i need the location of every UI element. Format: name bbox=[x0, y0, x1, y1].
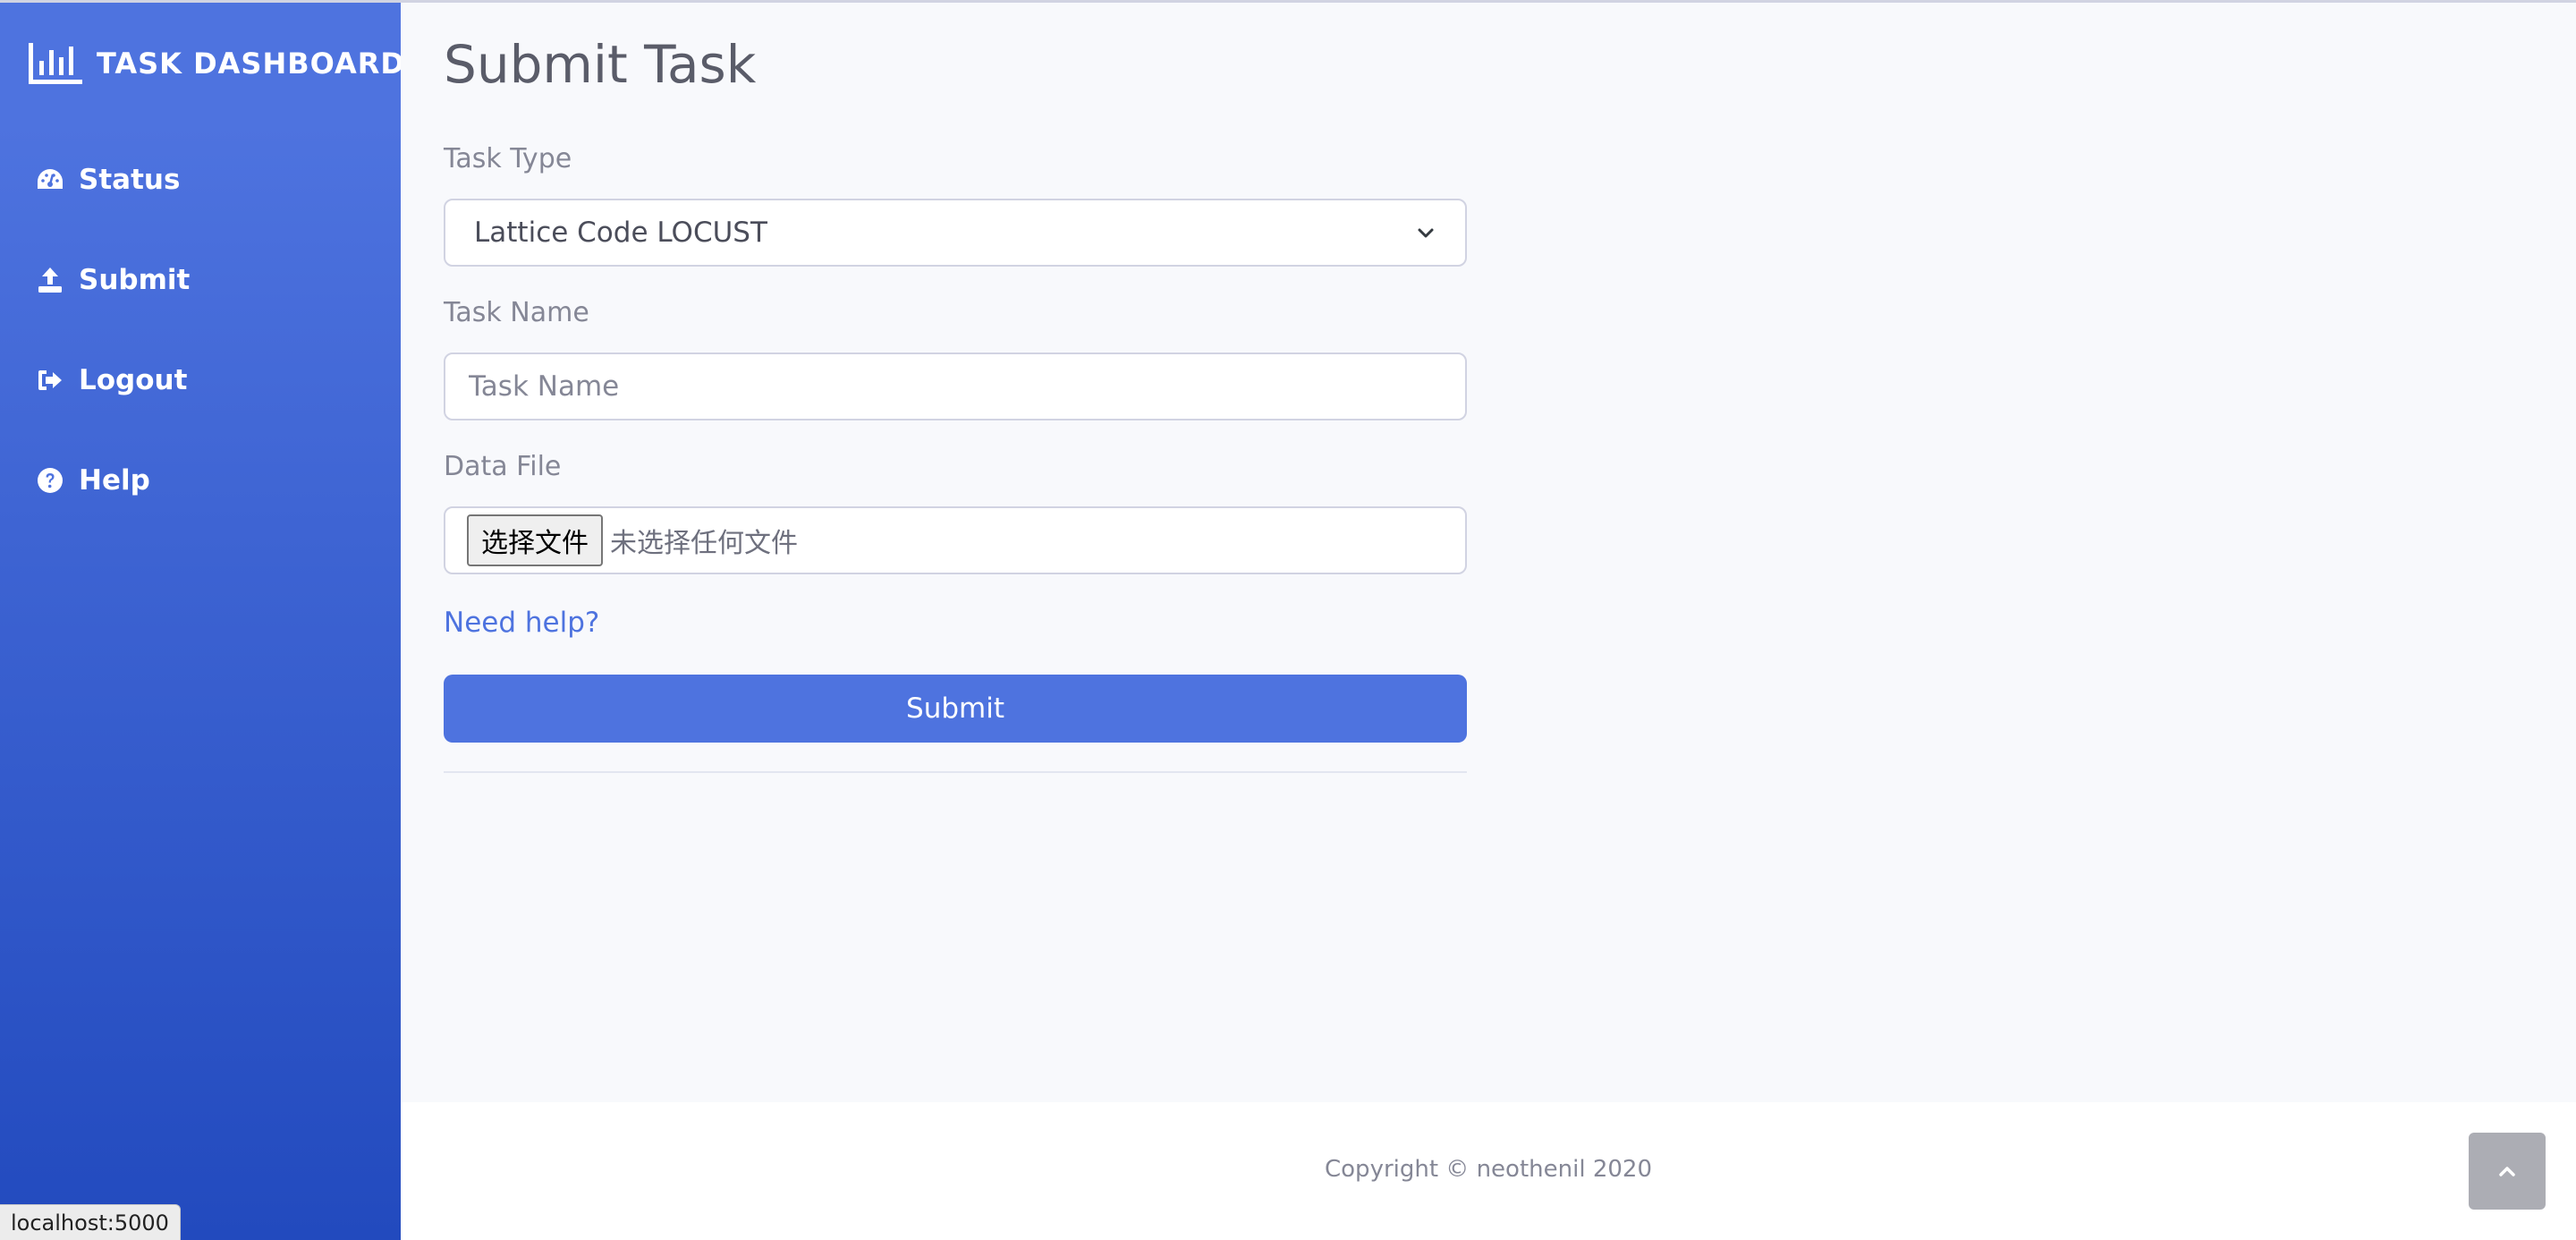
sidebar-item-label: Help bbox=[79, 464, 150, 497]
sidebar-item-logout[interactable]: Logout bbox=[36, 358, 187, 403]
divider bbox=[444, 771, 1467, 773]
scroll-to-top-button[interactable] bbox=[2469, 1133, 2546, 1210]
data-file-input: 选择文件 未选择任何文件 bbox=[444, 506, 1467, 574]
choose-file-button[interactable]: 选择文件 bbox=[467, 514, 603, 566]
task-name-label: Task Name bbox=[444, 297, 589, 328]
file-status-text: 未选择任何文件 bbox=[610, 528, 798, 559]
brand-title: Task Dashboard bbox=[97, 47, 405, 81]
top-border bbox=[0, 0, 2576, 3]
sidebar-brand[interactable]: Task Dashboard bbox=[27, 41, 405, 86]
sidebar-item-status[interactable]: Status bbox=[36, 157, 180, 202]
task-type-select[interactable]: Lattice Code LOCUST bbox=[444, 199, 1467, 267]
sign-out-icon bbox=[38, 370, 62, 390]
browser-status-bar: localhost:5000 bbox=[0, 1204, 181, 1240]
chevron-up-icon bbox=[2499, 1167, 2515, 1176]
task-name-input[interactable] bbox=[444, 352, 1467, 420]
need-help-link[interactable]: Need help? bbox=[444, 607, 599, 639]
tachometer-icon bbox=[38, 169, 63, 189]
task-type-selected-value: Lattice Code LOCUST bbox=[474, 217, 767, 249]
page-title: Submit Task bbox=[444, 34, 757, 95]
data-file-label: Data File bbox=[444, 451, 562, 482]
sidebar: Task Dashboard Status Submit Logout bbox=[0, 0, 404, 1240]
sidebar-item-label: Status bbox=[79, 164, 181, 196]
sidebar-item-help[interactable]: Help bbox=[36, 458, 150, 503]
main-content: Submit Task Task Type Lattice Code LOCUS… bbox=[401, 0, 2576, 1102]
task-type-label: Task Type bbox=[444, 143, 572, 174]
question-circle-icon bbox=[38, 468, 63, 493]
sidebar-item-label: Logout bbox=[79, 364, 188, 396]
submit-button[interactable]: Submit bbox=[444, 675, 1467, 743]
copyright-text: Copyright © neothenil 2020 bbox=[1325, 1156, 1652, 1183]
bar-chart-icon bbox=[29, 43, 82, 84]
chevron-down-icon bbox=[1418, 228, 1434, 238]
sidebar-item-label: Submit bbox=[79, 264, 191, 296]
footer: Copyright © neothenil 2020 bbox=[401, 1102, 2576, 1240]
sidebar-item-submit[interactable]: Submit bbox=[36, 258, 190, 302]
upload-icon bbox=[38, 268, 62, 293]
